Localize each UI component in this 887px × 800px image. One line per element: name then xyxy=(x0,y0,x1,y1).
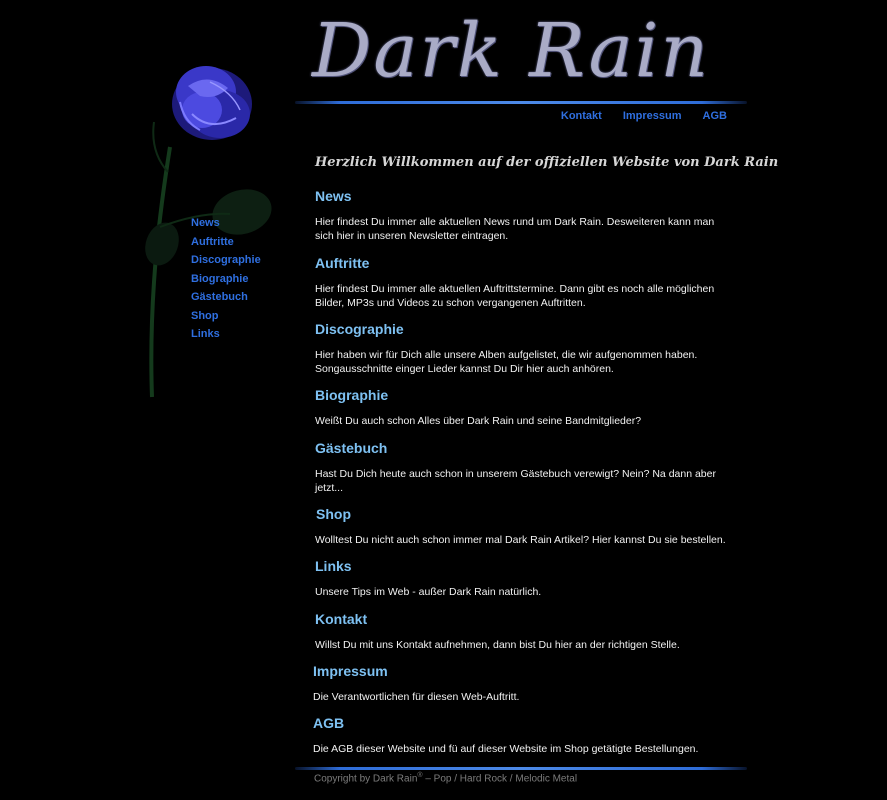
side-nav-discographie[interactable]: Discographie xyxy=(191,253,261,272)
section-biographie: Biographie Weißt Du auch schon Alles übe… xyxy=(315,386,735,428)
section-news: News Hier findest Du immer alle aktuelle… xyxy=(315,187,735,243)
section-title[interactable]: Impressum xyxy=(313,662,733,680)
side-nav-news[interactable]: News xyxy=(191,216,261,235)
section-text: Die Verantwortlichen für diesen Web-Auft… xyxy=(313,691,520,703)
side-nav-auftritte[interactable]: Auftritte xyxy=(191,235,261,254)
side-nav-links[interactable]: Links xyxy=(191,327,261,346)
section-links: Links Unsere Tips im Web - außer Dark Ra… xyxy=(315,557,735,599)
section-shop: Shop Wolltest Du nicht auch schon immer … xyxy=(315,505,736,547)
section-text: Weißt Du auch schon Alles über Dark Rain… xyxy=(315,415,642,427)
section-text: Hier haben wir für Dich alle unsere Albe… xyxy=(315,349,698,375)
section-text: Hier findest Du immer alle aktuellen New… xyxy=(315,216,715,242)
section-title[interactable]: Shop xyxy=(316,505,736,523)
side-nav-biographie[interactable]: Biographie xyxy=(191,272,261,291)
section-impressum: Impressum Die Verantwortlichen für diese… xyxy=(313,662,733,704)
top-nav-kontakt[interactable]: Kontakt xyxy=(561,110,602,122)
section-text: Hier findest Du immer alle aktuellen Auf… xyxy=(315,283,715,309)
section-title[interactable]: News xyxy=(315,187,735,205)
section-text: Unsere Tips im Web - außer Dark Rain nat… xyxy=(315,586,542,598)
section-text: Hast Du Dich heute auch schon in unserem… xyxy=(315,468,716,494)
section-auftritte: Auftritte Hier findest Du immer alle akt… xyxy=(315,254,735,310)
section-title[interactable]: Biographie xyxy=(315,386,735,404)
footer-tagline: – Pop / Hard Rock / Melodic Metal xyxy=(422,773,578,785)
section-text: Willst Du mit uns Kontakt aufnehmen, dan… xyxy=(315,639,680,651)
copyright-text: Copyright by Dark Rain xyxy=(314,773,418,785)
section-kontakt: Kontakt Willst Du mit uns Kontakt aufneh… xyxy=(315,610,735,652)
section-title[interactable]: Kontakt xyxy=(315,610,735,628)
section-title[interactable]: Links xyxy=(315,557,735,575)
section-text: Die AGB dieser Website und fü auf dieser… xyxy=(313,743,699,755)
section-title[interactable]: Auftritte xyxy=(315,254,735,272)
section-title[interactable]: Gästebuch xyxy=(315,439,735,457)
side-nav: News Auftritte Discographie Biographie G… xyxy=(191,216,261,346)
footer: Copyright by Dark Rain® – Pop / Hard Roc… xyxy=(314,772,577,784)
footer-divider xyxy=(295,767,747,770)
section-title[interactable]: AGB xyxy=(313,714,733,732)
welcome-heading: Herzlich Willkommen auf der offiziellen … xyxy=(315,155,779,170)
side-nav-shop[interactable]: Shop xyxy=(191,309,261,328)
section-agb: AGB Die AGB dieser Website und fü auf di… xyxy=(313,714,733,756)
header-divider xyxy=(295,101,747,104)
section-title[interactable]: Discographie xyxy=(315,320,735,338)
top-nav-agb[interactable]: AGB xyxy=(703,110,727,122)
site-logo[interactable]: Dark Rain xyxy=(312,8,732,98)
top-nav-impressum[interactable]: Impressum xyxy=(623,110,682,122)
side-nav-gaestebuch[interactable]: Gästebuch xyxy=(191,290,261,309)
section-text: Wolltest Du nicht auch schon immer mal D… xyxy=(315,534,726,546)
section-discographie: Discographie Hier haben wir für Dich all… xyxy=(315,320,735,376)
section-gaestebuch: Gästebuch Hast Du Dich heute auch schon … xyxy=(315,439,735,495)
top-nav: Kontakt Impressum AGB xyxy=(561,110,727,122)
